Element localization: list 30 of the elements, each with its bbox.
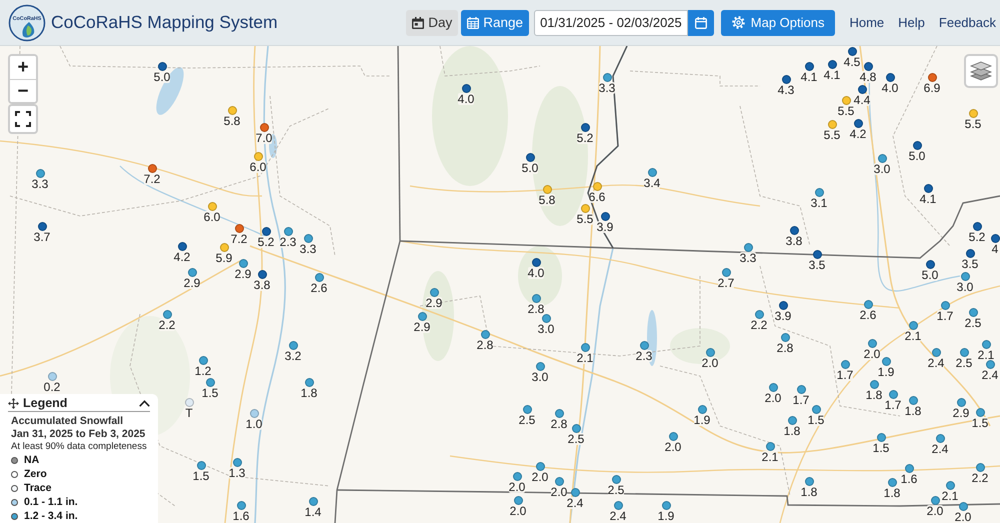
- layers-button[interactable]: [964, 54, 998, 88]
- map-options-button[interactable]: Map Options: [720, 10, 836, 36]
- fullscreen-button[interactable]: [8, 104, 38, 134]
- zoom-out-button[interactable]: −: [10, 79, 36, 102]
- calendar-icon: [694, 16, 707, 28]
- date-range-field[interactable]: 01/31/2025 - 02/03/2025: [534, 10, 688, 36]
- legend-label: 1.2 - 3.4 in.: [24, 510, 78, 522]
- nav-link[interactable]: Home: [849, 15, 884, 30]
- settings-icon: [732, 16, 745, 29]
- legend-label: Zero: [24, 468, 47, 480]
- calendar-icon: [412, 16, 424, 28]
- app-title: CoCoRaHS Mapping System: [51, 12, 278, 33]
- nav-link[interactable]: Help: [898, 15, 925, 30]
- view-mode-tab[interactable]: Range: [461, 10, 530, 36]
- nav-link[interactable]: Feedback: [938, 15, 996, 30]
- legend-period: Jan 31, 2025 to Feb 3, 2025: [11, 428, 146, 440]
- legend-label: NA: [24, 454, 40, 466]
- fullscreen-icon: [15, 111, 31, 127]
- calendar-button[interactable]: [688, 10, 714, 36]
- snowfall-value: T: [185, 406, 193, 418]
- move-icon[interactable]: [8, 398, 19, 408]
- view-mode-tab[interactable]: Day: [406, 10, 458, 36]
- legend-note: At least 90% data completeness: [11, 440, 148, 453]
- legend-heading: Accumulated Snowfall: [11, 415, 124, 428]
- legend-title: Legend: [23, 396, 68, 410]
- legend-label: 0.1 - 1.1 in.: [24, 496, 78, 508]
- calendar-icon: [467, 16, 480, 28]
- caret-icon[interactable]: [139, 400, 150, 406]
- legend-label: Trace: [24, 482, 52, 494]
- layers-icon: [970, 61, 992, 81]
